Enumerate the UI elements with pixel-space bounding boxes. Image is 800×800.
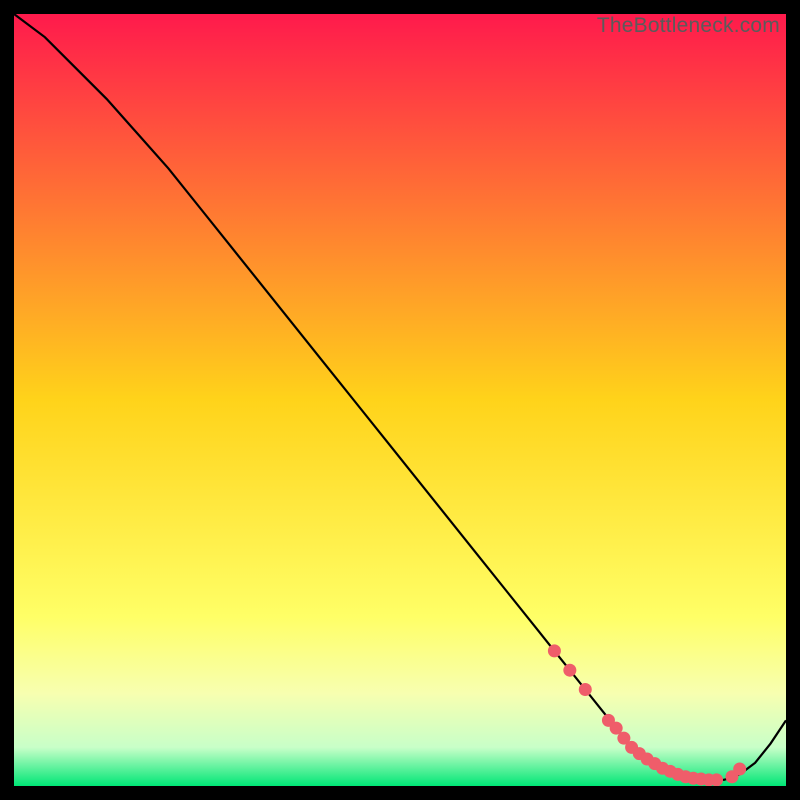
marker-dot (733, 763, 746, 776)
chart-frame: TheBottleneck.com (14, 14, 786, 786)
chart-background (14, 14, 786, 786)
marker-dot (710, 773, 723, 786)
marker-dot (563, 664, 576, 677)
chart-svg (14, 14, 786, 786)
marker-dot (579, 683, 592, 696)
marker-dot (548, 644, 561, 657)
watermark-text: TheBottleneck.com (597, 14, 780, 38)
